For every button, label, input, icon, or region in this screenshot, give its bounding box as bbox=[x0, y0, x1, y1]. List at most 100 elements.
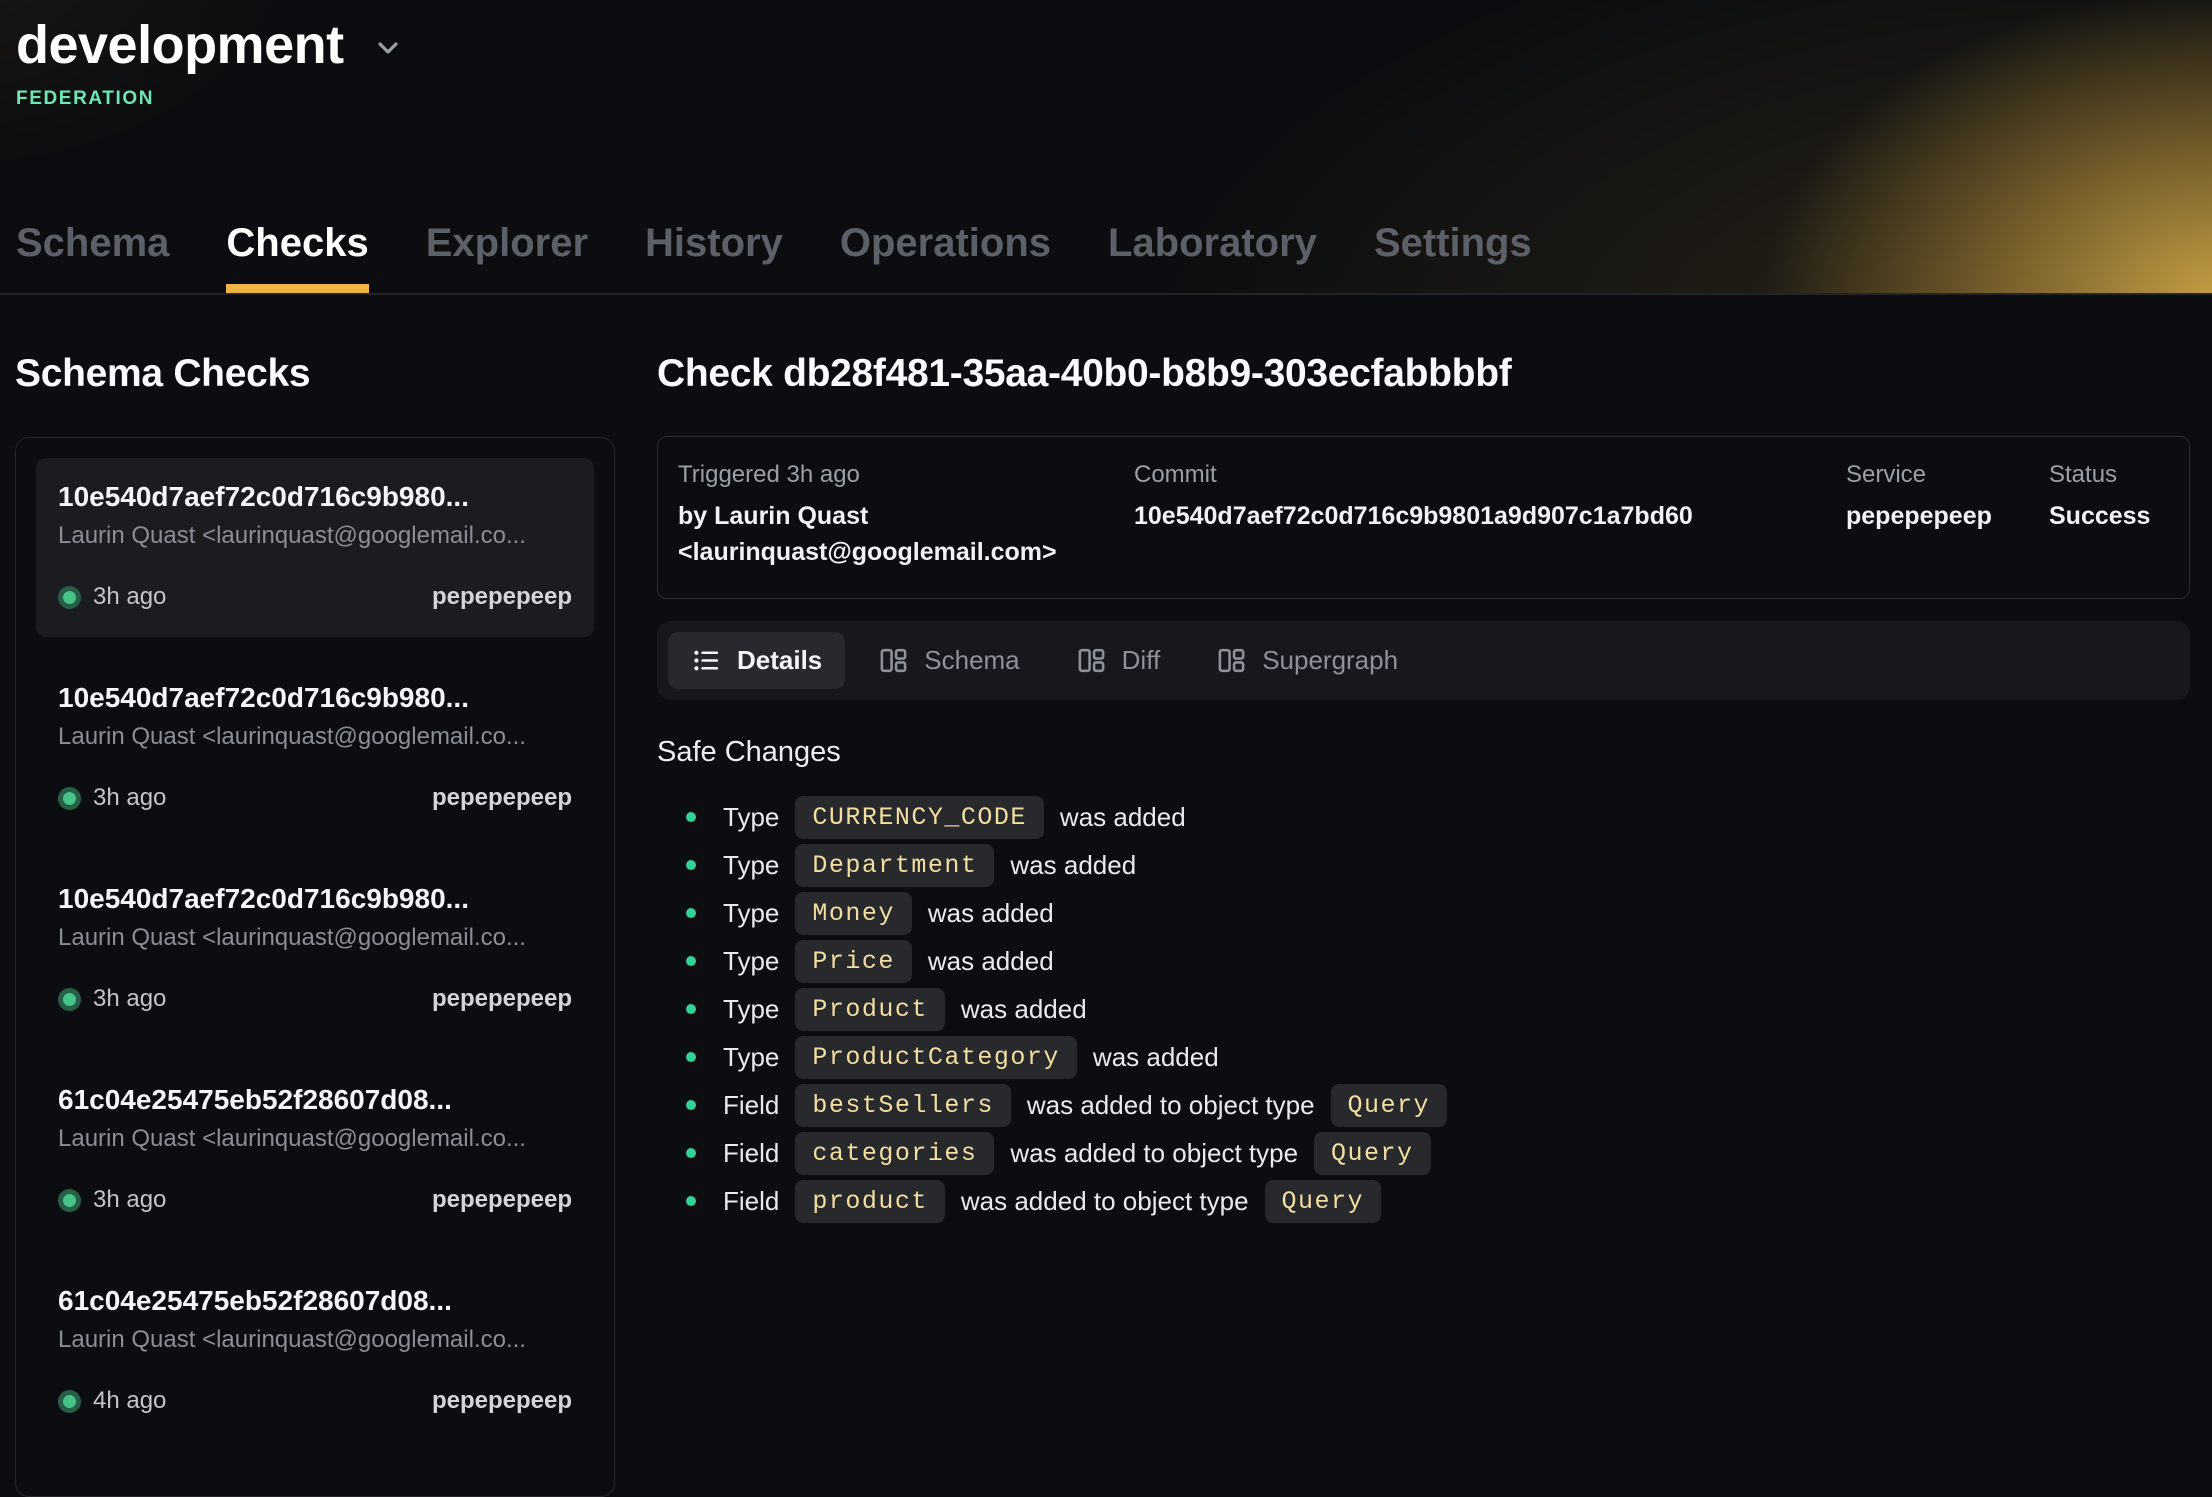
nav-tab-label: Schema bbox=[16, 221, 169, 265]
check-service: pepepepeep bbox=[432, 784, 572, 812]
change-kind: Type bbox=[723, 946, 779, 977]
change-kind: Type bbox=[723, 994, 779, 1025]
check-commit-id: 61c04e25475eb52f28607d08... bbox=[58, 1084, 572, 1116]
change-row: Type Money was added bbox=[657, 889, 2190, 937]
change-name-chip: Product bbox=[795, 988, 945, 1031]
change-text: was added bbox=[1010, 850, 1136, 881]
change-text: was added bbox=[1060, 802, 1186, 833]
tab-details[interactable]: Details bbox=[668, 632, 845, 689]
nav-tab-checks[interactable]: Checks bbox=[226, 221, 368, 293]
bullet-icon bbox=[686, 860, 696, 870]
tab-supergraph[interactable]: Supergraph bbox=[1193, 632, 1421, 689]
change-name-chip: bestSellers bbox=[795, 1084, 1011, 1127]
bullet-icon bbox=[686, 908, 696, 918]
check-author: Laurin Quast <laurinquast@googlemail.co.… bbox=[58, 924, 572, 952]
check-meta-row: 3h ago pepepepeep bbox=[58, 784, 572, 812]
bullet-icon bbox=[686, 1148, 696, 1158]
change-row: Type CURRENCY_CODE was added bbox=[657, 793, 2190, 841]
nav-tab-explorer[interactable]: Explorer bbox=[426, 221, 588, 293]
change-row: Field categories was added to object typ… bbox=[657, 1129, 2190, 1177]
change-name-chip: product bbox=[795, 1180, 945, 1223]
bullet-icon bbox=[686, 812, 696, 822]
change-name-chip: CURRENCY_CODE bbox=[795, 796, 1044, 839]
change-kind: Type bbox=[723, 898, 779, 929]
triggered-by: by Laurin Quast <laurinquast@googlemail.… bbox=[678, 499, 1104, 570]
check-commit-id: 10e540d7aef72c0d716c9b980... bbox=[58, 481, 572, 513]
schema-check-item[interactable]: 10e540d7aef72c0d716c9b980... Laurin Quas… bbox=[36, 458, 594, 637]
success-dot-icon bbox=[58, 1189, 81, 1212]
safe-changes-title: Safe Changes bbox=[657, 736, 2190, 769]
check-author: Laurin Quast <laurinquast@googlemail.co.… bbox=[58, 1326, 572, 1354]
project-switcher[interactable]: development bbox=[16, 14, 404, 76]
change-name-chip: ProductCategory bbox=[795, 1036, 1077, 1079]
check-detail: Check db28f481-35aa-40b0-b8b9-303ecfabbb… bbox=[657, 295, 2190, 1497]
nav-tab-operations[interactable]: Operations bbox=[840, 221, 1051, 293]
change-row: Field bestSellers was added to object ty… bbox=[657, 1081, 2190, 1129]
tab-schema[interactable]: Schema bbox=[855, 632, 1042, 689]
change-kind: Type bbox=[723, 1042, 779, 1073]
check-time: 3h ago bbox=[93, 985, 166, 1013]
check-author: Laurin Quast <laurinquast@googlemail.co.… bbox=[58, 723, 572, 751]
tab-diff[interactable]: Diff bbox=[1053, 632, 1184, 689]
schema-check-item[interactable]: 10e540d7aef72c0d716c9b980... Laurin Quas… bbox=[36, 860, 594, 1039]
columns-icon bbox=[1076, 645, 1107, 676]
subtab-label: Supergraph bbox=[1262, 645, 1398, 676]
check-time: 4h ago bbox=[93, 1387, 166, 1415]
meta-status: Status Success bbox=[2049, 461, 2169, 570]
service-label: Service bbox=[1846, 461, 2049, 489]
check-time: 3h ago bbox=[93, 583, 166, 611]
schema-check-item[interactable]: 10e540d7aef72c0d716c9b980... Laurin Quas… bbox=[36, 659, 594, 838]
nav-tab-label: Explorer bbox=[426, 221, 588, 265]
bullet-icon bbox=[686, 1196, 696, 1206]
schema-check-item[interactable]: 61c04e25475eb52f28607d08... Laurin Quast… bbox=[36, 1061, 594, 1240]
change-name-chip: Department bbox=[795, 844, 994, 887]
status-value: Success bbox=[2049, 499, 2169, 535]
change-name-chip: Money bbox=[795, 892, 912, 935]
change-text: was added bbox=[1093, 1042, 1219, 1073]
change-text: was added to object type bbox=[1027, 1090, 1315, 1121]
nav-tab-label: Settings bbox=[1374, 221, 1532, 265]
change-row: Field product was added to object type Q… bbox=[657, 1177, 2190, 1225]
change-kind: Field bbox=[723, 1090, 779, 1121]
check-service: pepepepeep bbox=[432, 1387, 572, 1415]
check-meta-row: 3h ago pepepepeep bbox=[58, 1186, 572, 1214]
nav-tab-settings[interactable]: Settings bbox=[1374, 221, 1532, 293]
check-title: Check db28f481-35aa-40b0-b8b9-303ecfabbb… bbox=[657, 352, 2190, 396]
success-dot-icon bbox=[58, 988, 81, 1011]
commit-label: Commit bbox=[1134, 461, 1846, 489]
project-name: development bbox=[16, 14, 344, 76]
schema-check-item[interactable]: 61c04e25475eb52f28607d08... Laurin Quast… bbox=[36, 1262, 594, 1441]
change-target-chip: Query bbox=[1265, 1180, 1382, 1223]
check-meta-box: Triggered 3h ago by Laurin Quast <laurin… bbox=[657, 436, 2190, 599]
content: Schema Checks 10e540d7aef72c0d716c9b980.… bbox=[0, 295, 2212, 1497]
check-meta-row: 3h ago pepepepeep bbox=[58, 583, 572, 611]
check-service: pepepepeep bbox=[432, 985, 572, 1013]
nav-tab-laboratory[interactable]: Laboratory bbox=[1108, 221, 1317, 293]
sidebar-title: Schema Checks bbox=[15, 352, 615, 396]
change-row: Type Product was added bbox=[657, 985, 2190, 1033]
columns-icon bbox=[878, 645, 909, 676]
nav-tab-history[interactable]: History bbox=[645, 221, 783, 293]
project-type-badge: FEDERATION bbox=[16, 88, 2190, 110]
check-commit-id: 10e540d7aef72c0d716c9b980... bbox=[58, 682, 572, 714]
change-text: was added bbox=[928, 898, 1054, 929]
change-text: was added to object type bbox=[1010, 1138, 1298, 1169]
nav-tab-label: History bbox=[645, 221, 783, 265]
meta-triggered: Triggered 3h ago by Laurin Quast <laurin… bbox=[678, 461, 1134, 570]
checks-panel: 10e540d7aef72c0d716c9b980... Laurin Quas… bbox=[15, 437, 615, 1497]
success-dot-icon bbox=[58, 586, 81, 609]
subtab-label: Schema bbox=[924, 645, 1019, 676]
main-nav: Schema Checks Explorer History Operation… bbox=[16, 221, 1532, 293]
subtab-label: Diff bbox=[1122, 645, 1161, 676]
nav-tab-schema[interactable]: Schema bbox=[16, 221, 169, 293]
change-text: was added bbox=[928, 946, 1054, 977]
success-dot-icon bbox=[58, 1390, 81, 1413]
check-time: 3h ago bbox=[93, 1186, 166, 1214]
bullet-icon bbox=[686, 956, 696, 966]
bullet-icon bbox=[686, 1100, 696, 1110]
change-text: was added to object type bbox=[961, 1186, 1249, 1217]
change-text: was added bbox=[961, 994, 1087, 1025]
changes-list: Type CURRENCY_CODE was added Type Depart… bbox=[657, 793, 2190, 1225]
triggered-label: Triggered 3h ago bbox=[678, 461, 1104, 489]
schema-checks-sidebar: Schema Checks 10e540d7aef72c0d716c9b980.… bbox=[15, 295, 615, 1497]
